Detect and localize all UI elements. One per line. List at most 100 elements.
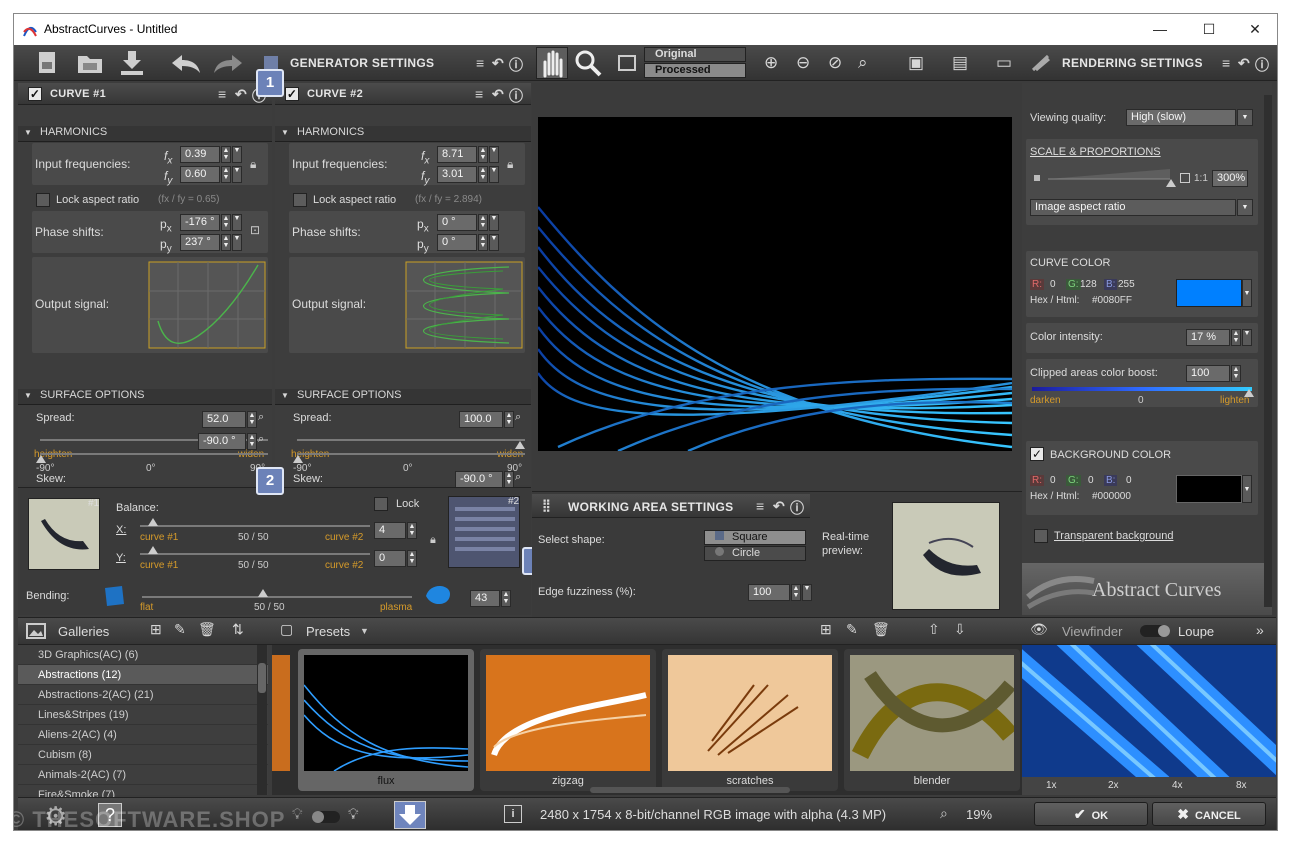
zoom-out-icon[interactable]: ⊖ [796, 53, 810, 73]
one-to-one-label[interactable]: 1:1 [1194, 173, 1208, 184]
x-balance-spinner[interactable]: ▲ ▼ [407, 522, 417, 539]
circle-shape-option[interactable]: Circle [704, 546, 806, 561]
zoom-2x[interactable]: 2x [1108, 780, 1119, 791]
add-gallery-icon[interactable]: ⊞ [150, 621, 162, 638]
red-value[interactable]: 0 [1050, 279, 1056, 290]
curve-color-swatch[interactable] [1176, 279, 1242, 307]
open-folder-icon[interactable] [76, 50, 104, 76]
curve-2-px-spinner[interactable]: ▲ ▼ [478, 214, 488, 231]
curve-1-lock-aspect-checkbox[interactable] [36, 193, 50, 207]
curve-2-px-dropdown[interactable]: ▼ [489, 214, 499, 231]
curve-1-enable-checkbox[interactable]: ✓ [28, 87, 42, 101]
boost-spinner[interactable]: ▲ ▼ [1231, 365, 1241, 382]
viewing-quality-dropdown[interactable]: ▼ [1237, 109, 1253, 126]
scale-slider[interactable] [1048, 167, 1174, 181]
cancel-button[interactable]: ✖ CANCEL [1152, 802, 1266, 826]
zoom-in-icon[interactable]: ⊕ [764, 53, 778, 73]
galleries-scrollbar[interactable] [257, 645, 267, 795]
bg-blue-value[interactable]: 0 [1126, 475, 1132, 486]
processed-toggle[interactable]: Processed [644, 63, 746, 78]
y-balance-input[interactable]: 0 [374, 550, 406, 567]
lock-icon[interactable]: 🔒︎ [507, 157, 513, 172]
preset-item-blender[interactable]: blender [844, 649, 1020, 791]
curve-1-fx-spinner[interactable]: ▲ ▼ [221, 146, 231, 163]
curve-2-spread-search-icon[interactable]: ⌕ [515, 411, 521, 424]
curve-2-px-input[interactable]: 0 ° [437, 214, 477, 231]
zoom-1x[interactable]: 1x [1046, 780, 1057, 791]
preset-partial-thumbnail[interactable] [272, 655, 290, 771]
aspect-ratio-select[interactable]: Image aspect ratio [1030, 199, 1236, 216]
ok-button[interactable]: ✔ OK [1034, 802, 1148, 826]
bg-hex-value[interactable]: #000000 [1092, 491, 1131, 502]
x-balance-input[interactable]: 4 [374, 522, 406, 539]
gallery-item[interactable]: 3D Graphics(AC) (6) [18, 645, 268, 665]
sort-gallery-icon[interactable]: ⇅ [232, 621, 244, 638]
curve-1-px-spinner[interactable]: ▲ ▼ [221, 214, 231, 231]
curve-2-surface-header[interactable]: ▼ SURFACE OPTIONS [275, 389, 531, 405]
curve-2-reset-icon[interactable]: ↶ [492, 86, 504, 103]
edge-fuzziness-spinner[interactable]: ▲ ▼ [791, 584, 801, 601]
curve-1-py-input[interactable]: 237 ° [180, 234, 220, 251]
y-balance-spinner[interactable]: ▲ ▼ [407, 550, 417, 567]
curve-1-skew-input[interactable]: -90.0 ° [198, 433, 246, 450]
curve-1-surface-header[interactable]: ▼ SURFACE OPTIONS [18, 389, 272, 405]
y-balance-slider[interactable] [140, 553, 370, 555]
redo-icon[interactable] [212, 53, 244, 75]
curve-1-py-spinner[interactable]: ▲ ▼ [221, 234, 231, 251]
curve-2-skew-input[interactable]: -90.0 ° [455, 471, 503, 488]
curve-2-py-dropdown[interactable]: ▼ [489, 234, 499, 251]
processed-image[interactable] [538, 117, 1012, 451]
expand-icon[interactable]: » [1256, 622, 1264, 638]
menu-icon[interactable]: ≡ [476, 55, 484, 71]
curve-2-spread-spinner[interactable]: ▲ ▼ [504, 411, 514, 428]
curve-1-spread-search-icon[interactable]: ⌕ [258, 411, 264, 424]
gallery-item[interactable]: Lines&Stripes (19) [18, 705, 268, 725]
zoom-value-input[interactable]: 300% [1212, 170, 1248, 187]
curve-1-reset-icon[interactable]: ↶ [235, 86, 247, 103]
original-toggle[interactable]: Original [644, 47, 746, 62]
loupe-label[interactable]: Loupe [1178, 624, 1214, 639]
add-preset-icon[interactable]: ⊞ [820, 621, 832, 638]
hand-tool-button[interactable] [536, 47, 568, 79]
edit-gallery-icon[interactable]: ✎ [174, 621, 186, 638]
transparent-background-checkbox[interactable] [1034, 529, 1048, 543]
square-shape-option[interactable]: Square [704, 530, 806, 545]
curve-1-skew-spinner[interactable]: ▲ ▼ [247, 433, 257, 450]
curve-color-dropdown[interactable]: ▼ [1242, 279, 1252, 307]
bending-slider[interactable] [142, 596, 412, 598]
background-color-dropdown[interactable]: ▼ [1242, 475, 1252, 503]
curve-1-fy-spinner[interactable]: ▲ ▼ [221, 166, 231, 183]
preset-item-scratches[interactable]: scratches [662, 649, 838, 791]
bending-thumb[interactable] [258, 589, 268, 597]
gallery-item[interactable]: Aliens-2(AC) (4) [18, 725, 268, 745]
curve-hex-value[interactable]: #0080FF [1092, 295, 1132, 306]
x-balance-thumb[interactable] [148, 518, 158, 526]
scale-thumb[interactable] [1166, 179, 1176, 187]
info-icon[interactable]: ⓘ [509, 55, 523, 75]
curve-1-fy-input[interactable]: 0.60 [180, 166, 220, 183]
curve-2-fy-spinner[interactable]: ▲ ▼ [478, 166, 488, 183]
zoom-4x[interactable]: 4x [1172, 780, 1183, 791]
curve-1-fx-dropdown[interactable]: ▼ [232, 146, 242, 163]
blue-value[interactable]: 255 [1118, 279, 1135, 290]
curve-1-py-dropdown[interactable]: ▼ [232, 234, 242, 251]
bulb-off-icon[interactable]: 💡︎ [292, 806, 303, 823]
curve-2-spread-slider[interactable] [297, 439, 525, 441]
bulb-toggle[interactable] [312, 811, 340, 823]
curve-1-px-dropdown[interactable]: ▼ [232, 214, 242, 231]
fullscreen-icon[interactable]: ▭ [996, 53, 1012, 73]
curve-1-fy-dropdown[interactable]: ▼ [232, 166, 242, 183]
curve-1-skew-thumb[interactable] [36, 455, 46, 463]
undo-icon[interactable] [170, 53, 202, 75]
color-intensity-input[interactable]: 17 % [1186, 329, 1230, 346]
save-icon[interactable] [118, 49, 146, 77]
canvas-area[interactable] [532, 83, 1022, 491]
curve-2-py-input[interactable]: 0 ° [437, 234, 477, 251]
viewing-quality-select[interactable]: High (slow) [1126, 109, 1236, 126]
bg-green-value[interactable]: 0 [1088, 475, 1094, 486]
bg-red-value[interactable]: 0 [1050, 475, 1056, 486]
zoom-8x[interactable]: 8x [1236, 780, 1247, 791]
curve-2-fy-input[interactable]: 3.01 [437, 166, 477, 183]
new-image-icon[interactable] [36, 50, 60, 76]
gallery-item[interactable]: Abstractions-2(AC) (21) [18, 685, 268, 705]
